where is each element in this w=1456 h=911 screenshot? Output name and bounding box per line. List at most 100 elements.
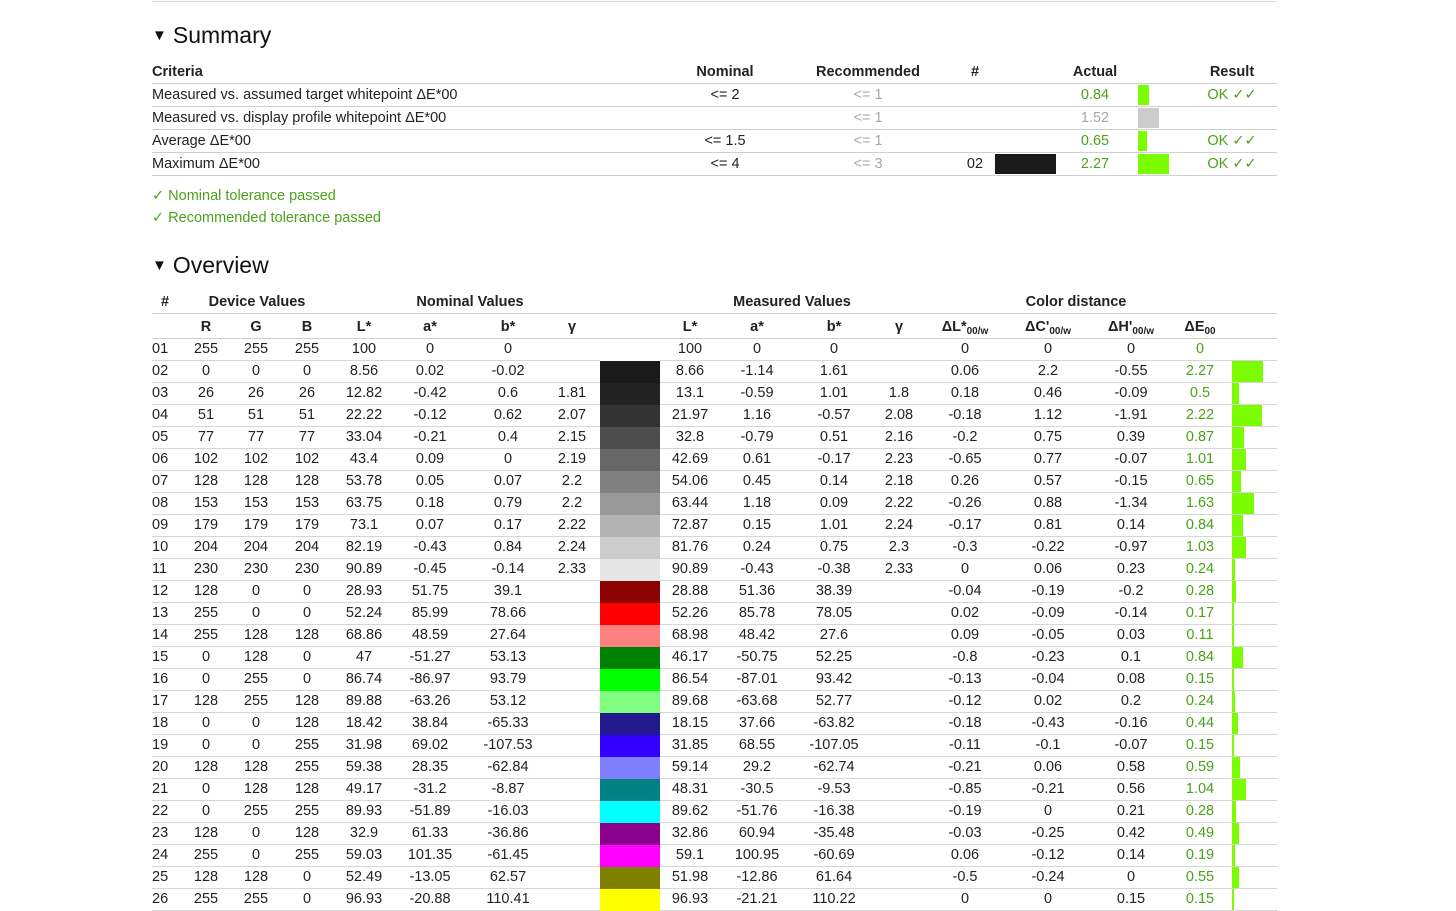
nominal-gamma-cell bbox=[552, 867, 592, 888]
color-patch-swatch bbox=[600, 449, 660, 471]
b-cell: 255 bbox=[294, 737, 320, 753]
index-cell: 20 bbox=[152, 759, 169, 775]
delta-e-cell: 1.04 bbox=[1185, 781, 1215, 797]
nominal-l-cell: 89.88 bbox=[345, 693, 383, 709]
measured-a-cell: 29.2 bbox=[742, 759, 772, 775]
table-row: 17 128 255 128 89.88 -63.26 53.12 89.68 -63.68 52… bbox=[152, 691, 1277, 713]
color-patch-swatch bbox=[600, 603, 660, 625]
delta-h-cell: 0.03 bbox=[1116, 627, 1146, 643]
b-header: B bbox=[301, 319, 313, 335]
measured-b-cell: -0.57 bbox=[817, 407, 851, 423]
measured-gamma-cell bbox=[879, 691, 919, 712]
r-cell: 128 bbox=[193, 825, 219, 841]
delta-l-cell: -0.13 bbox=[948, 671, 982, 687]
r-cell: 230 bbox=[193, 561, 219, 577]
index-header: # bbox=[161, 294, 170, 310]
nominal-a-cell: -20.88 bbox=[409, 891, 451, 907]
delta-c-cell: -0.22 bbox=[1031, 539, 1065, 555]
color-patch-swatch bbox=[600, 427, 660, 449]
color-patch-swatch bbox=[600, 735, 660, 757]
measured-b-cell: 0.14 bbox=[819, 473, 849, 489]
measured-l-cell: 54.06 bbox=[671, 473, 709, 489]
color-patch-swatch bbox=[600, 779, 660, 801]
delta-h-cell: -0.07 bbox=[1114, 451, 1148, 467]
num-cell bbox=[960, 107, 990, 129]
delta-l-cell: -0.3 bbox=[952, 539, 978, 555]
nominal-gamma-cell bbox=[552, 801, 592, 822]
nominal-b-cell: 93.79 bbox=[489, 671, 527, 687]
index-cell: 17 bbox=[152, 693, 169, 709]
table-row: 23 128 0 128 32.9 61.33 -36.86 32.86 60.94 -35.48… bbox=[152, 823, 1277, 845]
delta-e-bar bbox=[1232, 383, 1239, 404]
g-cell: 128 bbox=[243, 869, 269, 885]
g-cell: 128 bbox=[243, 627, 269, 643]
measured-a-cell: 60.94 bbox=[738, 825, 776, 841]
measured-a-cell: -51.76 bbox=[736, 803, 778, 819]
nominal-gamma-cell: 2.19 bbox=[557, 451, 587, 467]
measured-l-header: L* bbox=[682, 319, 698, 335]
measured-a-cell: -21.21 bbox=[736, 891, 778, 907]
delta-h-cell: 0.2 bbox=[1120, 693, 1142, 709]
index-cell: 19 bbox=[152, 737, 169, 753]
measured-l-cell: 52.26 bbox=[671, 605, 709, 621]
table-row: 20 128 128 255 59.38 28.35 -62.84 59.14 29.2 -62.… bbox=[152, 757, 1277, 779]
overview-group-header-row: # Device Values Nominal Values Measured … bbox=[152, 291, 1277, 314]
nominal-a-cell: 0.09 bbox=[415, 451, 445, 467]
delta-e-bar bbox=[1232, 449, 1246, 470]
nominal-a-cell: 48.59 bbox=[411, 627, 449, 643]
index-cell: 21 bbox=[152, 781, 169, 797]
color-patch-swatch bbox=[600, 339, 660, 361]
nominal-l-cell: 89.93 bbox=[345, 803, 383, 819]
measured-a-cell: -0.79 bbox=[740, 429, 774, 445]
b-cell: 128 bbox=[294, 693, 320, 709]
measured-b-cell: -35.48 bbox=[813, 825, 855, 841]
b-cell: 230 bbox=[294, 561, 320, 577]
nominal-b-cell: -8.87 bbox=[491, 781, 525, 797]
measured-b-cell: 0.09 bbox=[819, 495, 849, 511]
measured-a-header: a* bbox=[750, 319, 764, 335]
measured-gamma-cell bbox=[879, 889, 919, 910]
delta-h-cell: 0.56 bbox=[1116, 781, 1146, 797]
nominal-l-cell: 96.93 bbox=[345, 891, 383, 907]
recommended-cell: <= 1 bbox=[853, 133, 883, 149]
delta-e-cell: 0.84 bbox=[1185, 649, 1215, 665]
color-patch-swatch bbox=[600, 581, 660, 603]
measured-l-cell: 13.1 bbox=[675, 385, 705, 401]
r-cell: 0 bbox=[201, 363, 211, 379]
nominal-b-cell: 0.79 bbox=[493, 495, 523, 511]
nominal-a-cell: 61.33 bbox=[411, 825, 449, 841]
color-patch-swatch bbox=[600, 383, 660, 405]
device-values-header: Device Values bbox=[208, 294, 306, 310]
measured-b-header: b* bbox=[826, 319, 842, 335]
measured-a-cell: -63.68 bbox=[736, 693, 778, 709]
delta-e-cell: 2.27 bbox=[1185, 363, 1215, 379]
delta-c-cell: -0.21 bbox=[1031, 781, 1065, 797]
nominal-b-cell: 0.07 bbox=[493, 473, 523, 489]
delta-l-cell: -0.12 bbox=[948, 693, 982, 709]
r-cell: 204 bbox=[193, 539, 219, 555]
recommended-cell: <= 1 bbox=[853, 87, 883, 103]
r-cell: 128 bbox=[193, 473, 219, 489]
measured-a-cell: 51.36 bbox=[738, 583, 776, 599]
summary-heading[interactable]: ▼ Summary bbox=[152, 22, 271, 49]
measured-l-cell: 89.68 bbox=[671, 693, 709, 709]
delta-e-cell: 1.63 bbox=[1185, 495, 1215, 511]
color-patch-swatch bbox=[600, 361, 660, 383]
measured-a-cell: 0.61 bbox=[742, 451, 772, 467]
overview-heading[interactable]: ▼ Overview bbox=[152, 252, 269, 279]
delta-e-cell: 0.17 bbox=[1185, 605, 1215, 621]
r-cell: 128 bbox=[193, 869, 219, 885]
top-divider bbox=[152, 1, 1277, 2]
g-cell: 255 bbox=[243, 671, 269, 687]
delta-e-cell: 0.28 bbox=[1185, 803, 1215, 819]
color-patch-swatch bbox=[600, 713, 660, 735]
collapse-triangle-icon[interactable]: ▼ bbox=[152, 257, 167, 274]
delta-c-cell: 0.75 bbox=[1033, 429, 1063, 445]
delta-e-bar bbox=[1232, 669, 1234, 690]
summary-row: Measured vs. assumed target whitepoint Δ… bbox=[152, 84, 1277, 107]
nominal-l-cell: 59.03 bbox=[345, 847, 383, 863]
r-cell: 255 bbox=[193, 891, 219, 907]
collapse-triangle-icon[interactable]: ▼ bbox=[152, 27, 167, 44]
delta-c-cell: -0.25 bbox=[1031, 825, 1065, 841]
measured-a-cell: -87.01 bbox=[736, 671, 778, 687]
